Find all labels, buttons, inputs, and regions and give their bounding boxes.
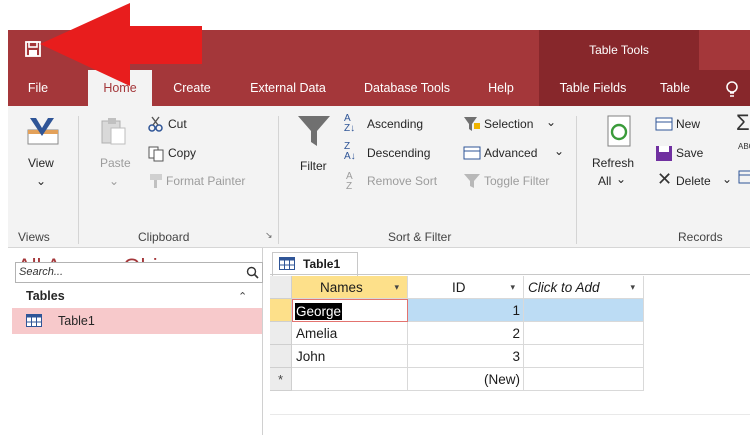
- new-record-marker[interactable]: *: [270, 368, 292, 391]
- totals-icon[interactable]: Σ: [736, 110, 750, 136]
- section-collapse-chevron-icon[interactable]: ⌃: [238, 290, 247, 303]
- search-placeholder: Search...: [19, 266, 64, 278]
- add-field-dropdown-chevron-icon[interactable]: ▾: [630, 276, 635, 298]
- sort-dropdown-chevron-icon[interactable]: ▾: [510, 276, 515, 298]
- lightbulb-icon[interactable]: [724, 80, 740, 98]
- table-row-cell-id[interactable]: 3: [408, 345, 524, 368]
- descending-icon: Z A↓: [344, 141, 356, 162]
- refresh-dropdown-chevron[interactable]: ⌄: [616, 172, 626, 186]
- refresh-button[interactable]: Refresh: [592, 156, 634, 170]
- sort-dropdown-chevron-icon[interactable]: ▾: [394, 276, 399, 298]
- view-icon: [27, 118, 59, 145]
- row-selector[interactable]: [270, 299, 292, 322]
- delete-button[interactable]: Delete: [676, 174, 711, 188]
- search-input[interactable]: Search...: [15, 262, 263, 283]
- format-painter-icon: [150, 174, 162, 188]
- copy-button[interactable]: Copy: [168, 146, 196, 160]
- advanced-icon: [463, 146, 481, 160]
- ribbon: View ⌄ Views Paste ⌄ Cut Copy Format Pai…: [8, 106, 750, 248]
- nav-item-label: Table1: [58, 314, 95, 328]
- annotation-arrow-icon: [40, 3, 202, 86]
- view-button[interactable]: View: [28, 156, 54, 170]
- table-row-cell-names[interactable]: [292, 368, 408, 391]
- column-header-names[interactable]: Names ▾: [292, 276, 408, 299]
- new-record-icon: [655, 117, 673, 131]
- table-row-cell-id[interactable]: 1: [408, 299, 524, 322]
- row-selector[interactable]: [270, 322, 292, 345]
- group-label-sort-filter: Sort & Filter: [388, 230, 452, 244]
- toggle-filter-icon: [464, 174, 480, 188]
- descending-button[interactable]: Descending: [367, 146, 430, 160]
- table-row-cell-add[interactable]: [524, 368, 644, 391]
- group-separator: [278, 116, 279, 244]
- column-header-click-to-add[interactable]: Click to Add ▾: [524, 276, 644, 299]
- delete-icon: ✕: [657, 169, 673, 189]
- new-record-button[interactable]: New: [676, 117, 700, 131]
- group-separator: [78, 116, 79, 244]
- tab-database-tools[interactable]: Database Tools: [352, 70, 462, 106]
- view-dropdown-chevron[interactable]: ⌄: [36, 174, 46, 188]
- copy-icon: [148, 146, 164, 162]
- table-row-cell-add[interactable]: [524, 299, 644, 322]
- spelling-icon[interactable]: ABC: [738, 142, 750, 151]
- tab-external-data[interactable]: External Data: [238, 70, 338, 106]
- nav-item-table1[interactable]: Table1: [12, 308, 262, 334]
- group-label-clipboard: Clipboard: [138, 230, 190, 244]
- tab-table-fields[interactable]: Table Fields: [545, 70, 641, 106]
- document-tab-label: Table1: [303, 257, 341, 271]
- row-selector[interactable]: [270, 345, 292, 368]
- column-header-label: ID: [452, 280, 466, 295]
- tab-table[interactable]: Table: [648, 70, 702, 106]
- table-row-cell-names[interactable]: Amelia: [292, 322, 408, 345]
- column-header-label: Click to Add: [528, 280, 600, 295]
- selection-dropdown-chevron[interactable]: ⌄: [546, 115, 556, 129]
- table-icon: [26, 314, 42, 327]
- filter-icon: [298, 116, 330, 146]
- document-tab-table1[interactable]: Table1: [272, 252, 358, 276]
- refresh-all-button[interactable]: All: [598, 174, 611, 188]
- remove-sort-button[interactable]: Remove Sort: [367, 174, 437, 188]
- advanced-button[interactable]: Advanced: [484, 146, 537, 160]
- tab-help[interactable]: Help: [476, 70, 526, 106]
- selection-button[interactable]: Selection: [484, 117, 533, 131]
- table-row-cell-add[interactable]: [524, 322, 644, 345]
- table-icon: [279, 257, 295, 270]
- ascending-icon: A Z↓: [344, 113, 356, 134]
- refresh-icon: [607, 115, 631, 147]
- advanced-dropdown-chevron[interactable]: ⌄: [554, 144, 564, 158]
- paste-button[interactable]: Paste: [100, 156, 131, 170]
- group-label-views: Views: [18, 230, 50, 244]
- format-painter-button[interactable]: Format Painter: [166, 174, 245, 188]
- ascending-button[interactable]: Ascending: [367, 117, 423, 131]
- save-record-icon: [656, 146, 672, 161]
- remove-sort-icon: AZ: [346, 171, 353, 192]
- grid-line: [270, 414, 750, 415]
- clipboard-dialog-launcher-icon[interactable]: ↘: [265, 230, 273, 241]
- paste-icon: [101, 118, 126, 145]
- group-separator: [576, 116, 577, 244]
- delete-dropdown-chevron[interactable]: ⌄: [722, 172, 732, 186]
- table-row-cell-add[interactable]: [524, 345, 644, 368]
- more-records-icon[interactable]: [738, 170, 750, 184]
- table-row-cell-names[interactable]: John: [292, 345, 408, 368]
- selection-icon: [464, 117, 480, 131]
- toggle-filter-button[interactable]: Toggle Filter: [484, 174, 549, 188]
- nav-section-tables[interactable]: Tables: [26, 289, 65, 303]
- paste-dropdown-chevron[interactable]: ⌄: [109, 174, 119, 188]
- select-all-corner[interactable]: [270, 276, 292, 299]
- filter-button[interactable]: Filter: [300, 159, 327, 173]
- new-row-id-cell[interactable]: (New): [408, 368, 524, 391]
- save-record-button[interactable]: Save: [676, 146, 703, 160]
- table-row-cell-id[interactable]: 2: [408, 322, 524, 345]
- column-header-label: Names: [320, 280, 363, 295]
- contextual-group-title: Table Tools: [539, 30, 699, 70]
- group-label-records: Records: [678, 230, 723, 244]
- search-icon[interactable]: [246, 266, 259, 279]
- cell-value: George: [295, 303, 343, 320]
- table-row-cell-names[interactable]: George: [292, 299, 408, 322]
- column-header-id[interactable]: ID ▾: [408, 276, 524, 299]
